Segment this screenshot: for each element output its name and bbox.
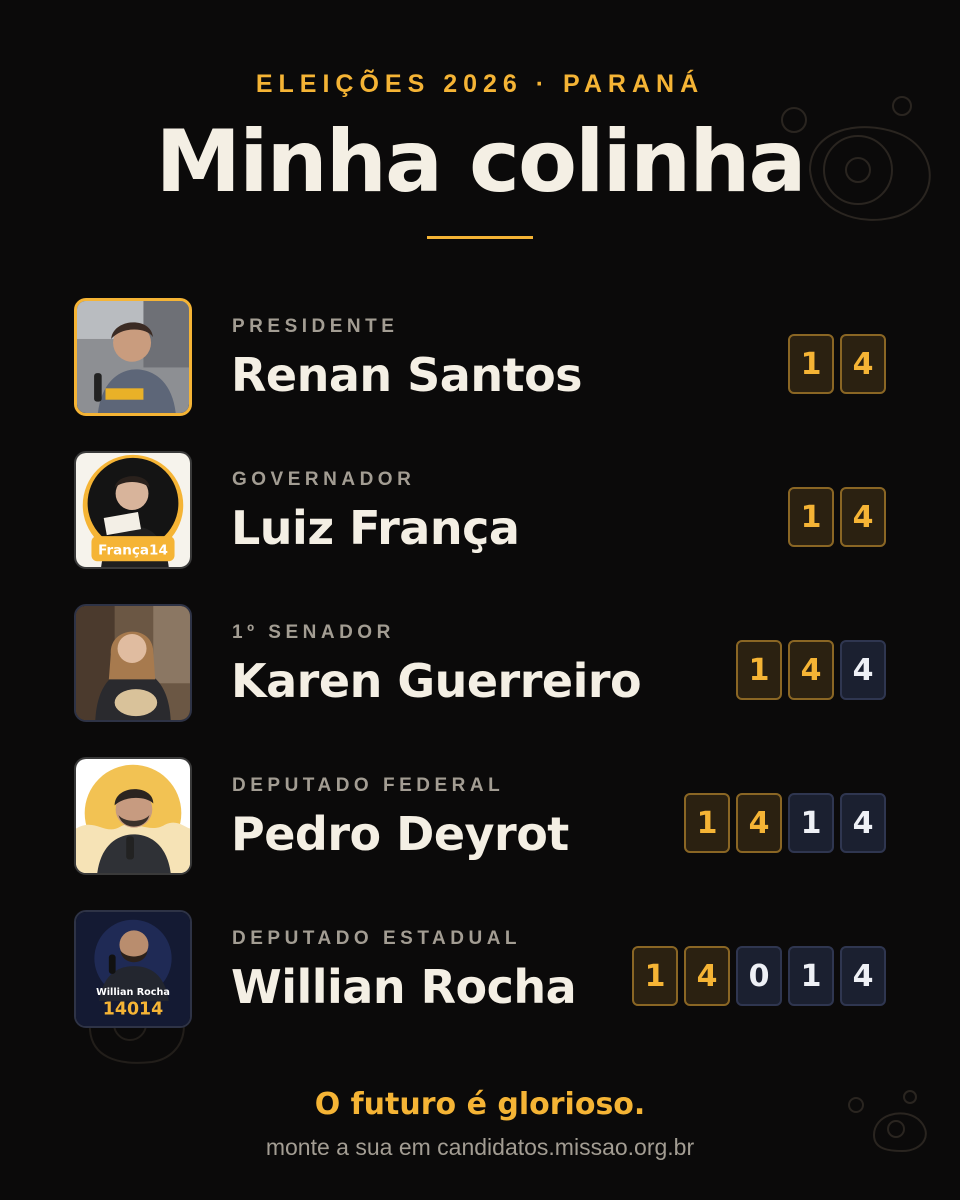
candidate-name: Pedro Deyrot [231, 807, 569, 861]
candidate-name: Renan Santos [231, 348, 583, 402]
role-label: DEPUTADO ESTADUAL [232, 928, 522, 949]
candidate-row-deputado-estadual: Willian Rocha 14014 DEPUTADO ESTADUAL Wi… [74, 910, 886, 1032]
willian-rocha-photo: Willian Rocha 14014 [74, 910, 192, 1028]
ballot-number: 1 4 4 [736, 640, 886, 700]
role-label: 1º SENADOR [232, 622, 395, 643]
ballot-number: 1 4 [788, 334, 886, 394]
title-divider [427, 236, 533, 239]
ballot-digit: 4 [788, 640, 834, 700]
svg-text:Willian Rocha: Willian Rocha [96, 987, 170, 998]
renan-santos-photo [74, 298, 192, 416]
candidate-name: Luiz França [231, 501, 520, 555]
ballot-digit: 4 [840, 793, 886, 853]
ballot-digit: 1 [736, 640, 782, 700]
ballot-digit: 1 [684, 793, 730, 853]
ballot-number: 1 4 0 1 4 [632, 946, 886, 1006]
ballot-digit: 4 [840, 487, 886, 547]
candidate-row-presidente: PRESIDENTE Renan Santos 1 4 [74, 298, 886, 420]
site-link[interactable]: monte a sua em candidatos.missao.org.br [0, 1134, 960, 1161]
ballot-digit: 4 [840, 334, 886, 394]
ballot-digit: 1 [788, 334, 834, 394]
ballot-digit: 0 [736, 946, 782, 1006]
ballot-digit: 4 [840, 640, 886, 700]
ballot-digit: 1 [632, 946, 678, 1006]
ballot-number: 1 4 1 4 [684, 793, 886, 853]
candidate-row-senador: 1º SENADOR Karen Guerreiro 1 4 4 [74, 604, 886, 726]
role-label: DEPUTADO FEDERAL [232, 775, 505, 796]
election-eyebrow: ELEIÇÕES 2026 · PARANÁ [255, 70, 705, 98]
candidate-row-deputado-federal: DEPUTADO FEDERAL Pedro Deyrot 1 4 1 4 [74, 757, 886, 879]
svg-text:14014: 14014 [103, 999, 163, 1019]
ballot-digit: 1 [788, 946, 834, 1006]
ballot-number: 1 4 [788, 487, 886, 547]
page: ELEIÇÕES 2026 · PARANÁ Minha colinha PRE… [0, 0, 960, 1200]
ballot-digit: 1 [788, 793, 834, 853]
candidate-name: Karen Guerreiro [231, 654, 642, 708]
ballot-digit: 4 [840, 946, 886, 1006]
ballot-digit: 4 [684, 946, 730, 1006]
candidate-name: Willian Rocha [231, 960, 577, 1014]
role-label: GOVERNADOR [232, 469, 416, 490]
tagline: O futuro é glorioso. [314, 1087, 646, 1122]
ballot-digit: 1 [788, 487, 834, 547]
karen-guerreiro-photo [74, 604, 192, 722]
luiz-franca-photo: França14 [74, 451, 192, 569]
page-title: Minha colinha [155, 112, 807, 212]
pedro-deyrot-photo [74, 757, 192, 875]
ballot-digit: 4 [736, 793, 782, 853]
role-label: PRESIDENTE [232, 316, 399, 337]
candidate-row-governador: França14 GOVERNADOR Luiz França 1 4 [74, 451, 886, 573]
svg-text:França14: França14 [98, 542, 168, 558]
